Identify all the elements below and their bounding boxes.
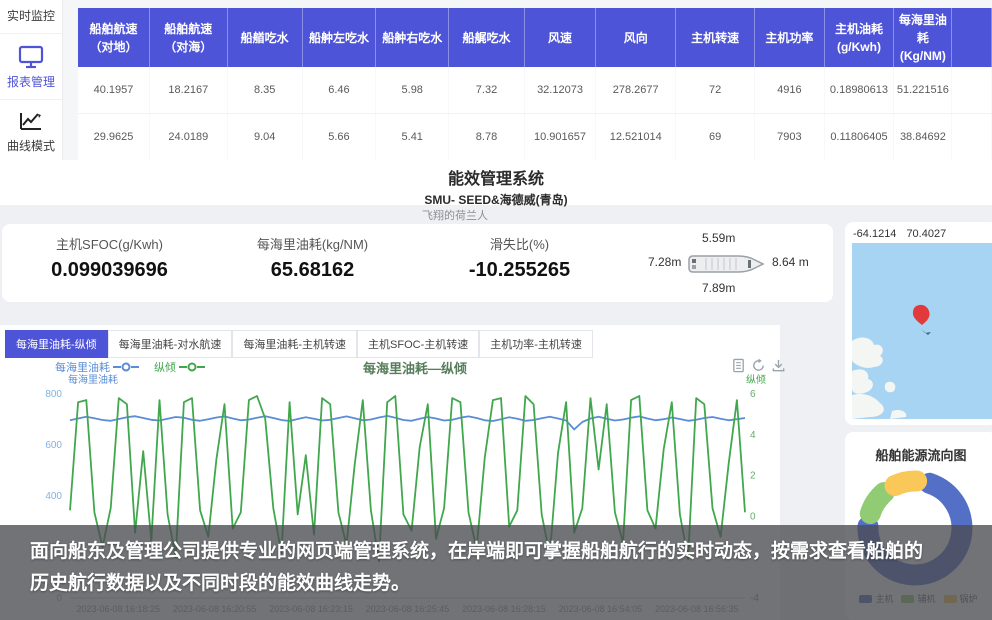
stat-value: 65.68162	[215, 259, 410, 282]
sidebar-item-label: 报表管理	[0, 70, 62, 93]
sidebar-item-label: 实时监控	[0, 4, 62, 27]
table-cell: 10.901657	[524, 114, 596, 161]
stats-card: 主机SFOC(g/Kwh) 0.099039696 每海里油耗(kg/NM) 6…	[2, 224, 833, 302]
svg-text:6: 6	[750, 389, 756, 400]
series-每海里油耗	[70, 416, 745, 430]
svg-text:4: 4	[750, 430, 756, 441]
table-cell: 9.04	[227, 114, 302, 161]
table-column-header: 船舶航速（对海）	[150, 8, 227, 67]
sidebar-item-report-management[interactable]: 报表管理	[0, 34, 62, 100]
table-column-header: 船艉吃水	[449, 8, 524, 67]
table-column-header: 船舯右吃水	[376, 8, 449, 67]
sidebar-item-label: 曲线模式	[0, 134, 62, 157]
table-column-header: 船艏吃水	[227, 8, 302, 67]
table-cell	[952, 114, 992, 161]
table-cell: 8.35	[227, 67, 302, 114]
table-row[interactable]: 40.195718.21678.356.465.987.3232.1207327…	[78, 67, 992, 114]
overlay-text-line2: 历史航行数据以及不同时段的能效曲线走势。	[30, 568, 992, 600]
stat-label: 每海里油耗(kg/NM)	[215, 234, 410, 253]
draft-diagram: 5.59m 7.28m 8.64 m 7.89m	[630, 224, 830, 302]
stat-sfoc: 主机SFOC(g/Kwh) 0.099039696	[12, 234, 207, 282]
table-column-header: 船舶航速（对地）	[78, 8, 150, 67]
report-table: 船舶航速（对地）船舶航速（对海）船艏吃水船舯左吃水船舯右吃水船艉吃水风速风向主机…	[78, 8, 992, 161]
svg-text:400: 400	[45, 491, 62, 502]
svg-text:0: 0	[750, 511, 756, 522]
table-cell: 0.11806405	[824, 114, 894, 161]
table-column-header: 风速	[524, 8, 596, 67]
table-cell: 0.18980613	[824, 67, 894, 114]
curve-icon	[17, 110, 45, 134]
table-cell: 4916	[755, 67, 824, 114]
table-column-header: 每海里油耗 (Kg/NM)	[894, 8, 952, 67]
stat-value: -10.255265	[422, 259, 617, 282]
table-cell: 7903	[755, 114, 824, 161]
table-cell: 32.12073	[524, 67, 596, 114]
stat-fuel-per-nm: 每海里油耗(kg/NM) 65.68162	[215, 234, 410, 282]
page-subtitle: SMU- SEED&海德威(青岛)	[0, 191, 992, 208]
table-cell: 24.0189	[150, 114, 227, 161]
stat-slip-ratio: 滑失比(%) -10.255265	[422, 234, 617, 282]
donut-segment-辅机	[870, 493, 884, 514]
chart-tab-1[interactable]: 每海里油耗-对水航速	[108, 330, 233, 358]
table-header-row: 船舶航速（对地）船舶航速（对海）船艏吃水船舯左吃水船舯右吃水船艉吃水风速风向主机…	[78, 8, 992, 67]
marketing-overlay: 面向船东及管理公司提供专业的网页端管理系统，在岸端即可掌握船舶航行的实时动态，按…	[0, 525, 992, 620]
overlay-text-line1: 面向船东及管理公司提供专业的网页端管理系统，在岸端即可掌握船舶航行的实时动态，按…	[30, 536, 992, 568]
table-column-header: 主机功率	[755, 8, 824, 67]
table-cell: 8.78	[449, 114, 524, 161]
chart-tab-3[interactable]: 主机SFOC-主机转速	[357, 330, 479, 358]
sidebar-item-curve-mode[interactable]: 曲线模式	[0, 100, 62, 164]
table-column-header: 船舯左吃水	[302, 8, 375, 67]
stat-value: 0.099039696	[12, 259, 207, 282]
table-column-header: 主机转速	[676, 8, 755, 67]
map-card: -64.1214 70.4027	[845, 222, 992, 425]
ship-name: 飞翔的荷兰人	[0, 207, 910, 223]
stat-label: 滑失比(%)	[422, 234, 617, 253]
table-row[interactable]: 29.962524.01899.045.665.418.7810.9016571…	[78, 114, 992, 161]
sidebar: 实时监控 报表管理 曲线模式	[0, 0, 63, 160]
draft-aft-value: 7.89m	[702, 281, 735, 295]
table-cell: 18.2167	[150, 67, 227, 114]
table-column-header	[952, 8, 992, 67]
svg-text:600: 600	[45, 440, 62, 451]
table-cell: 51.221516	[894, 67, 952, 114]
table-column-header: 风向	[596, 8, 676, 67]
svg-text:每海里油耗: 每海里油耗	[68, 373, 118, 386]
stat-label: 主机SFOC(g/Kwh)	[12, 234, 207, 253]
svg-text:2: 2	[750, 471, 756, 482]
chart-tab-4[interactable]: 主机功率-主机转速	[479, 330, 593, 358]
svg-text:纵倾: 纵倾	[746, 373, 766, 386]
svg-text:800: 800	[45, 389, 62, 400]
donut-segment-锅炉	[895, 481, 917, 486]
draft-port-value: 7.28m	[648, 255, 681, 269]
chart-tab-bar: 每海里油耗-纵倾每海里油耗-对水航速每海里油耗-主机转速主机SFOC-主机转速主…	[5, 330, 593, 358]
draft-starboard-value: 8.64 m	[772, 255, 809, 269]
monitor-icon	[17, 44, 45, 70]
table-column-header: 主机油耗 (g/Kwh)	[824, 8, 894, 67]
table-cell: 5.41	[376, 114, 449, 161]
table-cell: 38.84692	[894, 114, 952, 161]
table-cell: 69	[676, 114, 755, 161]
table-cell	[952, 67, 992, 114]
map-latitude: 70.4027	[906, 228, 946, 240]
table-cell: 6.46	[302, 67, 375, 114]
page-title: 能效管理系统	[0, 165, 992, 189]
ship-top-view-icon	[686, 254, 766, 274]
table-cell: 12.521014	[596, 114, 676, 161]
sidebar-item-realtime-monitor[interactable]: 实时监控	[0, 0, 62, 34]
table-cell: 72	[676, 67, 755, 114]
map-longitude: -64.1214	[853, 228, 896, 240]
table-cell: 7.32	[449, 67, 524, 114]
table-cell: 5.98	[376, 67, 449, 114]
map-coordinates: -64.1214 70.4027	[853, 228, 956, 240]
map-view[interactable]	[852, 243, 992, 419]
table-cell: 29.9625	[78, 114, 150, 161]
table-cell: 5.66	[302, 114, 375, 161]
draft-fore-value: 5.59m	[702, 231, 735, 245]
chart-tab-0[interactable]: 每海里油耗-纵倾	[5, 330, 108, 358]
chart-tab-2[interactable]: 每海里油耗-主机转速	[232, 330, 357, 358]
title-band: 能效管理系统 SMU- SEED&海德威(青岛)	[0, 160, 992, 205]
table-cell: 40.1957	[78, 67, 150, 114]
top-section: 实时监控 报表管理 曲线模式 船舶航速（对地）船舶航速（对海）船艏吃水船舯左吃水…	[0, 0, 992, 160]
table-cell: 278.2677	[596, 67, 676, 114]
